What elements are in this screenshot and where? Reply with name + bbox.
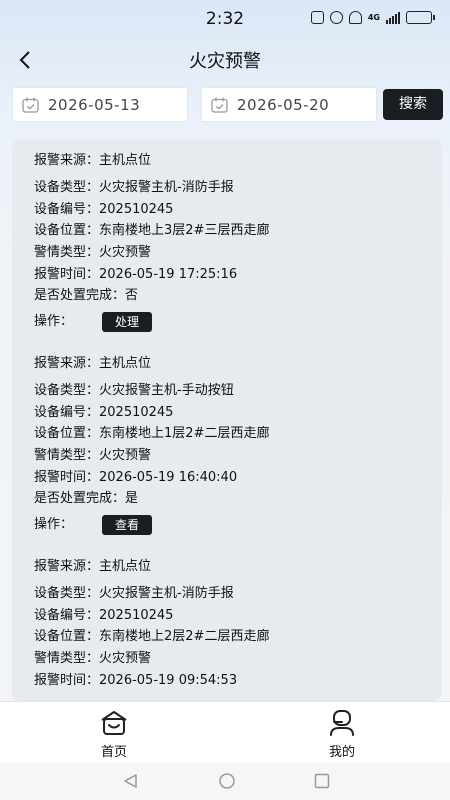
field-alarm-time: 报警时间：2026-05-19 09:54:53 <box>34 673 238 688</box>
nav-bar: 火灾预警 <box>0 38 450 82</box>
end-date-field[interactable]: 2026-05-20 <box>201 87 377 122</box>
end-date-value: 2026-05-20 <box>237 96 330 114</box>
system-nav-bar <box>0 763 450 800</box>
page-title: 火灾预警 <box>189 51 261 72</box>
field-device-type: 设备类型：火灾报警主机-手动按钮 <box>34 383 234 398</box>
status-bar: 2:32 4G <box>0 0 450 38</box>
calendar-icon <box>211 97 228 113</box>
action-label: 操作： <box>34 517 74 532</box>
status-icons: 4G <box>310 11 435 24</box>
recent-apps-icon[interactable] <box>313 772 331 790</box>
field-source: 报警来源：主机点位 <box>34 356 152 371</box>
field-device-code: 设备编号：202510245 <box>34 405 174 420</box>
field-device-type: 设备类型：火灾报警主机-消防手报 <box>34 180 234 195</box>
tab-home-label: 首页 <box>100 745 127 760</box>
calendar-icon <box>22 97 39 113</box>
view-button[interactable]: 查看 <box>102 515 152 535</box>
action-label: 操作： <box>34 314 74 329</box>
handle-button[interactable]: 处理 <box>102 312 152 332</box>
user-icon <box>330 710 354 736</box>
field-source: 报警来源：主机点位 <box>34 153 152 168</box>
back-triangle-icon[interactable] <box>122 772 140 790</box>
nfc-icon <box>310 11 324 24</box>
mute-icon <box>348 11 362 24</box>
field-handled: 是否处置完成：否 <box>34 288 139 303</box>
signal-icon <box>386 11 400 24</box>
field-location: 设备位置：东南楼地上1层2#二层西走廊 <box>34 426 270 441</box>
field-location: 设备位置：东南楼地上2层2#二层西走廊 <box>34 629 270 644</box>
field-alarm-time: 报警时间：2026-05-19 16:40:40 <box>34 470 238 485</box>
field-category: 警情类型：火灾预警 <box>34 448 152 463</box>
home-icon <box>101 711 127 735</box>
field-category: 警情类型：火灾预警 <box>34 651 152 666</box>
field-handled: 是否处置完成：是 <box>34 491 139 506</box>
start-date-field[interactable]: 2026-05-13 <box>12 87 188 122</box>
tab-bar: 首页 我的 <box>0 701 450 763</box>
network-type: 4G <box>367 12 380 22</box>
alarm-list: 报警来源：主机点位 设备类型：火灾报警主机-消防手报 设备编号：20251024… <box>12 139 442 701</box>
tab-mine[interactable]: 我的 <box>282 702 402 764</box>
start-date-value: 2026-05-13 <box>48 96 141 114</box>
field-device-type: 设备类型：火灾报警主机-消防手报 <box>34 586 234 601</box>
field-device-code: 设备编号：202510245 <box>34 608 174 623</box>
home-circle-icon[interactable] <box>218 772 236 790</box>
field-device-code: 设备编号：202510245 <box>34 202 174 217</box>
battery-icon <box>406 11 435 24</box>
tab-mine-label: 我的 <box>328 745 355 760</box>
field-category: 警情类型：火灾预警 <box>34 245 152 260</box>
tab-home[interactable]: 首页 <box>54 702 174 764</box>
field-alarm-time: 报警时间：2026-05-19 17:25:16 <box>34 267 238 282</box>
field-location: 设备位置：东南楼地上3层2#三层西走廊 <box>34 223 270 238</box>
search-button[interactable]: 搜索 <box>383 89 443 120</box>
field-source: 报警来源：主机点位 <box>34 559 152 574</box>
alarm-icon <box>329 11 343 24</box>
